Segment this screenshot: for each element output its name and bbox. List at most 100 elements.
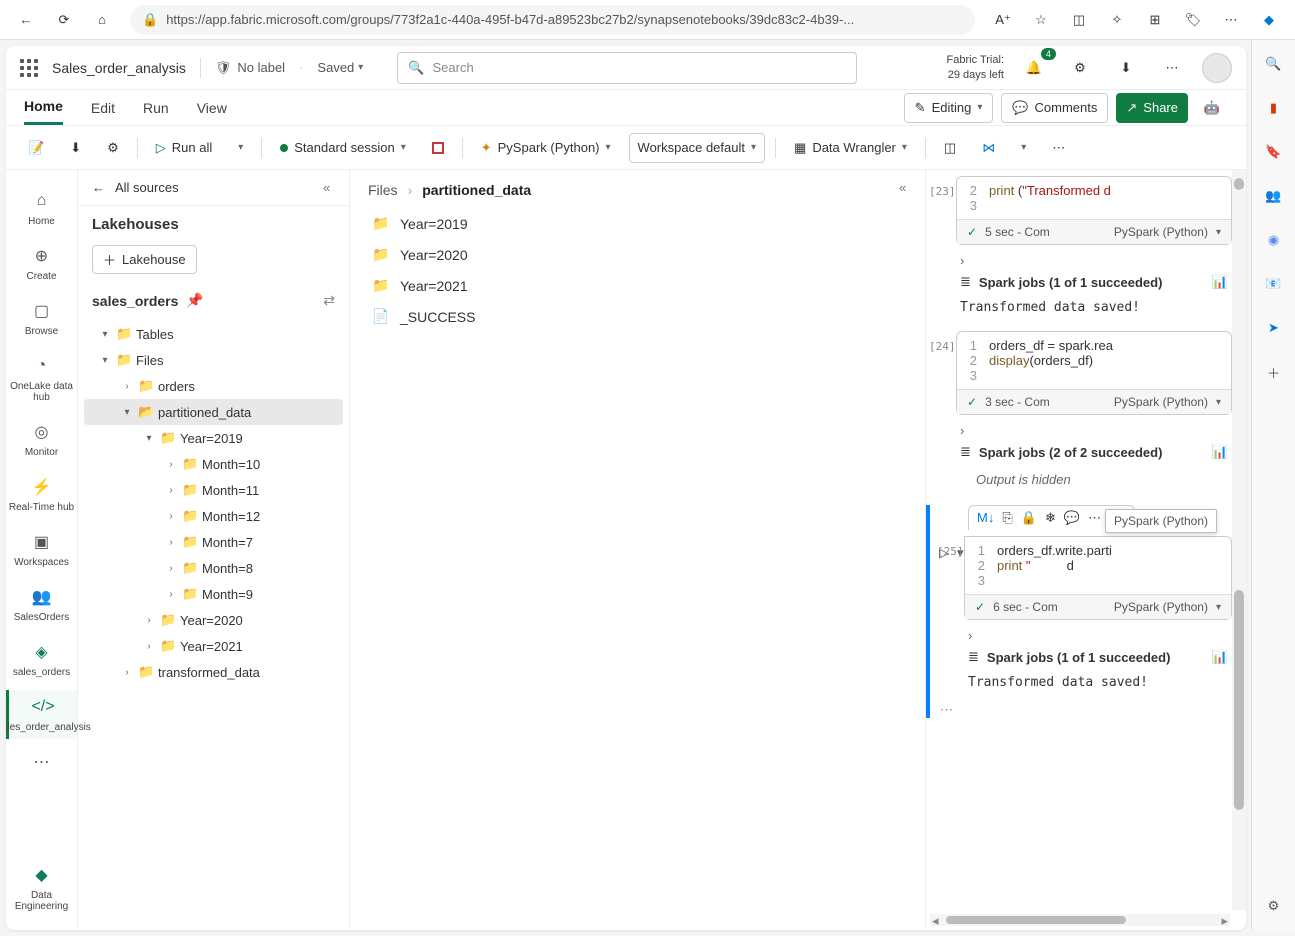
tree-node-month-9[interactable]: ›📁Month=9 (84, 581, 343, 607)
overflow-icon[interactable]: ⋯ (1044, 133, 1073, 163)
code-cell[interactable]: 2print ("Transformed d3 [23] ✓ 5 sec - C… (956, 176, 1232, 245)
cell-lang[interactable]: PySpark (Python) (1114, 600, 1208, 614)
lock-icon[interactable]: 🔒 (1021, 510, 1037, 526)
chevron-down-icon[interactable]: ▾ (1216, 602, 1221, 613)
chart-icon[interactable]: 📊 (1212, 274, 1228, 290)
more-options-button[interactable]: ⋯ (1156, 52, 1188, 84)
tree-node-transformed-data[interactable]: ›📁transformed_data (84, 659, 343, 685)
tree-node-month-12[interactable]: ›📁Month=12 (84, 503, 343, 529)
copilot-icon[interactable]: ◆ (1253, 4, 1285, 36)
nav-home[interactable]: ⌂Home (6, 184, 77, 233)
code-cell[interactable]: 1orders_df = spark.rea2display(orders_df… (956, 331, 1232, 415)
tree-node-tables[interactable]: ▾📁Tables (84, 321, 343, 347)
cell-more-icon[interactable]: ⋯ (934, 700, 1236, 718)
settings-button[interactable]: ⚙ (1064, 52, 1096, 84)
collections-icon[interactable]: ✧ (1101, 4, 1133, 36)
collapse-right-icon[interactable]: « (899, 180, 915, 196)
tree-node-month-8[interactable]: ›📁Month=8 (84, 555, 343, 581)
cell-lang[interactable]: PySpark (Python) (1114, 225, 1208, 239)
shopping-icon[interactable]: 🏷 (1177, 4, 1209, 36)
settings-rail-icon[interactable]: ⚙ (1264, 896, 1284, 916)
code-content[interactable]: 2print ("Transformed d3 (957, 177, 1231, 219)
split-icon[interactable]: ◫ (1063, 4, 1095, 36)
send-icon[interactable]: ➤ (1264, 318, 1284, 338)
search-icon[interactable]: 🔍 (1264, 54, 1284, 74)
breadcrumb-root[interactable]: Files (368, 182, 398, 198)
people-icon[interactable]: 👥 (1264, 186, 1284, 206)
nav-notebook-item[interactable]: </>Sales_order_analysis (6, 690, 77, 739)
url-bar[interactable]: 🔒 https://app.fabric.microsoft.com/group… (130, 5, 975, 35)
copilot-ribbon-icon[interactable]: 🤖 (1196, 92, 1228, 124)
read-aloud-icon[interactable]: A⁺ (987, 4, 1019, 36)
tree-node-partitioned-data[interactable]: ▾📂partitioned_data (84, 399, 343, 425)
chart-icon[interactable]: 📊 (1212, 649, 1228, 665)
tree-node-year-2020[interactable]: ›📁Year=2020 (84, 607, 343, 633)
tree-node-year-2019[interactable]: ▾📁Year=2019 (84, 425, 343, 451)
swap-icon[interactable]: ⇄ (323, 292, 335, 309)
favorite-icon[interactable]: ☆ (1025, 4, 1057, 36)
environment-selector[interactable]: Workspace default ▾ (629, 133, 765, 163)
layout-icon[interactable]: ◫ (936, 133, 964, 163)
file-row[interactable]: 📁Year=2019 (368, 208, 907, 239)
tab-home[interactable]: Home (24, 90, 63, 125)
code-cell[interactable]: ▷ ▾1orders_df.write.parti2print " d3 [25… (964, 536, 1232, 620)
file-row[interactable]: 📁Year=2021 (368, 270, 907, 301)
sensitivity-label[interactable]: 🛡 No label (215, 60, 285, 76)
tree-node-year-2021[interactable]: ›📁Year=2021 (84, 633, 343, 659)
vertical-scrollbar[interactable] (1232, 170, 1246, 910)
file-row[interactable]: 📁Year=2020 (368, 239, 907, 270)
file-row[interactable]: 📄_SUCCESS (368, 301, 907, 332)
avatar[interactable] (1202, 53, 1232, 83)
tab-run[interactable]: Run (143, 92, 169, 124)
code-content[interactable]: 1orders_df = spark.rea2display(orders_df… (957, 332, 1231, 389)
copilot-rail-icon[interactable]: ◉ (1264, 230, 1284, 250)
extensions-icon[interactable]: ⊞ (1139, 4, 1171, 36)
nav-realtime[interactable]: ⚡Real-Time hub (6, 470, 77, 519)
session-status[interactable]: Standard session ▾ (272, 133, 413, 163)
tree-node-month-7[interactable]: ›📁Month=7 (84, 529, 343, 555)
tab-edit[interactable]: Edit (91, 92, 115, 124)
expand-output-icon[interactable]: › (960, 423, 964, 438)
tree-node-files[interactable]: ▾📁Files (84, 347, 343, 373)
tree-node-month-10[interactable]: ›📁Month=10 (84, 451, 343, 477)
spark-jobs-row[interactable]: ≣ Spark jobs (1 of 1 succeeded) 📊 (926, 268, 1236, 296)
refresh-button[interactable]: ⟳ (48, 4, 80, 36)
notifications-button[interactable]: 🔔4 (1018, 52, 1050, 84)
back-arrow-icon[interactable]: ← (92, 180, 105, 195)
expand-output-icon[interactable]: › (960, 253, 964, 268)
lakehouse-name-row[interactable]: sales_orders 📌 ⇄ (78, 280, 349, 317)
plus-icon[interactable]: ＋ (1264, 362, 1284, 382)
tab-view[interactable]: View (197, 92, 227, 124)
nav-more[interactable]: ⋯ (6, 745, 77, 779)
markdown-icon[interactable]: M↓ (977, 510, 994, 526)
search-input[interactable]: 🔍 Search (397, 52, 857, 84)
collapse-left-icon[interactable]: « (323, 180, 339, 196)
editing-mode-button[interactable]: ✎ Editing ▾ (904, 93, 994, 123)
nav-monitor[interactable]: ◎Monitor (6, 415, 77, 464)
nav-workspaces[interactable]: ▣Workspaces (6, 525, 77, 574)
horizontal-scrollbar[interactable]: ◂ ▸ (930, 914, 1230, 926)
nav-browse[interactable]: ▢Browse (6, 294, 77, 343)
back-button[interactable]: ← (10, 4, 42, 36)
vscode-icon[interactable]: ⋈ (974, 133, 1003, 163)
pin-icon[interactable]: 📌 (186, 292, 203, 309)
spark-jobs-row[interactable]: ≣ Spark jobs (2 of 2 succeeded) 📊 (926, 438, 1236, 466)
tree-node-orders[interactable]: ›📁orders (84, 373, 343, 399)
nav-onelake[interactable]: ◔OneLake data hub (6, 349, 77, 409)
download-icon[interactable]: ⬇ (62, 133, 89, 163)
nav-persona[interactable]: ◆Data Engineering (6, 858, 77, 918)
gear-icon[interactable]: ⚙ (99, 133, 127, 163)
app-launcher-icon[interactable] (20, 59, 38, 77)
nav-lakehouse-item[interactable]: ◈sales_orders (6, 635, 77, 684)
notebook-title[interactable]: Sales_order_analysis (52, 60, 186, 76)
briefcase-icon[interactable]: ▮ (1264, 98, 1284, 118)
run-all-button[interactable]: ▷ Run all (148, 133, 220, 163)
all-sources-link[interactable]: All sources (115, 180, 179, 195)
comment-cell-icon[interactable]: 💬 (1064, 510, 1080, 526)
add-lakehouse-button[interactable]: ＋ Lakehouse (92, 245, 197, 274)
tree-node-month-11[interactable]: ›📁Month=11 (84, 477, 343, 503)
cell-lang[interactable]: PySpark (Python) (1114, 395, 1208, 409)
more-icon[interactable]: ⋯ (1215, 4, 1247, 36)
code-content[interactable]: 1orders_df.write.parti2print " d3 (965, 537, 1231, 594)
copy-icon[interactable]: ⎘ (1002, 510, 1012, 526)
